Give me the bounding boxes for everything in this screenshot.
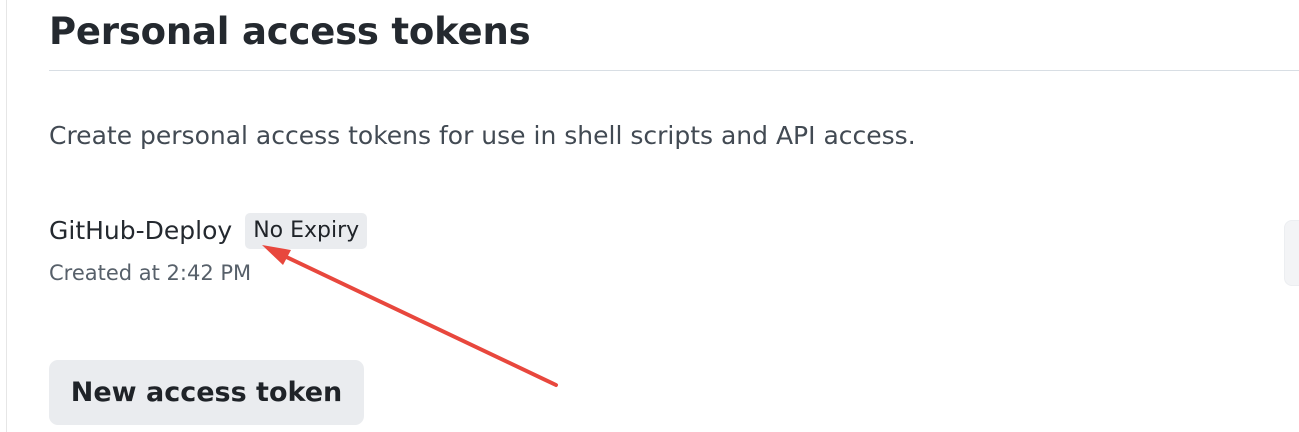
token-action-button[interactable] [1284, 220, 1299, 286]
new-access-token-button[interactable]: New access token [49, 360, 364, 425]
page-title: Personal access tokens [49, 10, 531, 53]
token-item: GitHub-Deploy No Expiry [49, 210, 368, 252]
page-description: Create personal access tokens for use in… [49, 121, 916, 150]
token-created-time: Created at 2:42 PM [49, 261, 252, 285]
title-divider [49, 70, 1299, 71]
left-border [6, 0, 7, 432]
expiry-badge: No Expiry [245, 213, 368, 249]
token-name[interactable]: GitHub-Deploy [49, 211, 232, 251]
